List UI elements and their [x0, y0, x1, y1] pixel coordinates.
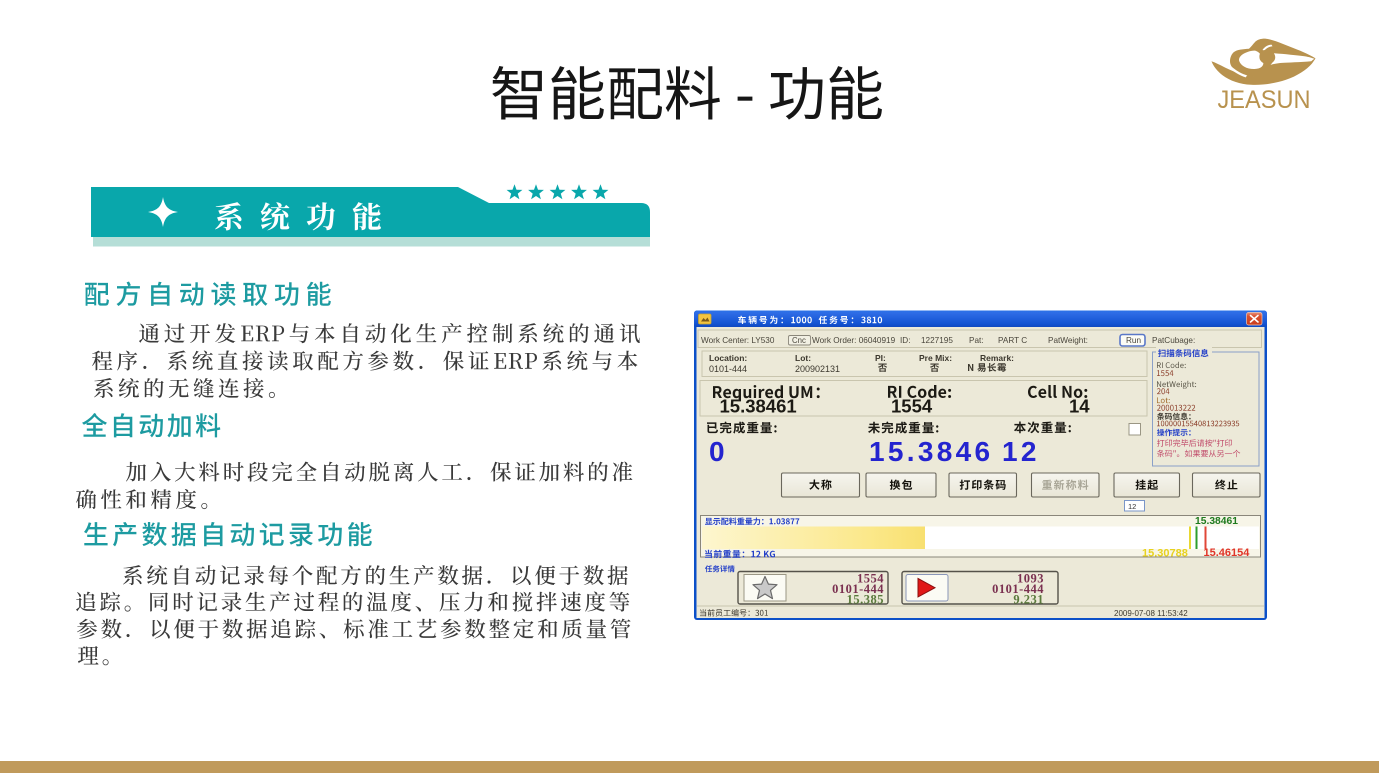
svg-text:Run: Run — [1126, 336, 1141, 345]
svg-text:Pre Mix:: Pre Mix: — [919, 353, 952, 363]
svg-text:PatWeight:: PatWeight: — [1048, 336, 1088, 345]
svg-text:Work Center: LY530: Work Center: LY530 — [701, 336, 775, 345]
svg-text:12: 12 — [1002, 436, 1040, 467]
svg-text:15.46154: 15.46154 — [1204, 547, 1251, 559]
svg-text:15.38461: 15.38461 — [1195, 516, 1238, 527]
svg-text:PART C: PART C — [998, 336, 1027, 345]
svg-text:2009-07-08 11:53:42: 2009-07-08 11:53:42 — [1114, 609, 1188, 618]
svg-text:0101-444: 0101-444 — [709, 364, 747, 374]
svg-text:Work Order: 06040919: Work Order: 06040919 — [812, 336, 896, 345]
svg-text:1554: 1554 — [891, 396, 933, 417]
svg-text:15.30788: 15.30788 — [1142, 548, 1188, 560]
svg-text:12: 12 — [1128, 502, 1136, 511]
svg-text:200902131: 200902131 — [795, 364, 840, 374]
svg-text:Remark:: Remark: — [980, 353, 1014, 363]
svg-text:1227195: 1227195 — [921, 336, 953, 345]
svg-text:PI:: PI: — [875, 353, 886, 363]
svg-text:ID:: ID: — [900, 336, 910, 345]
svg-text:JEASUN: JEASUN — [1218, 86, 1311, 114]
svg-text:15.38461: 15.38461 — [720, 396, 797, 417]
svg-text:PatCubage:: PatCubage: — [1152, 336, 1195, 345]
svg-text:Cnc: Cnc — [792, 336, 806, 345]
svg-text:14: 14 — [1069, 396, 1090, 417]
svg-text:9.231: 9.231 — [1013, 593, 1044, 607]
svg-text:Lot:: Lot: — [795, 353, 811, 363]
svg-text:15.3846: 15.3846 — [869, 436, 993, 467]
svg-text:15.385: 15.385 — [847, 593, 884, 607]
svg-text:Pat:: Pat: — [969, 336, 984, 345]
svg-text:0: 0 — [709, 436, 725, 467]
svg-text:Location:: Location: — [709, 353, 747, 363]
